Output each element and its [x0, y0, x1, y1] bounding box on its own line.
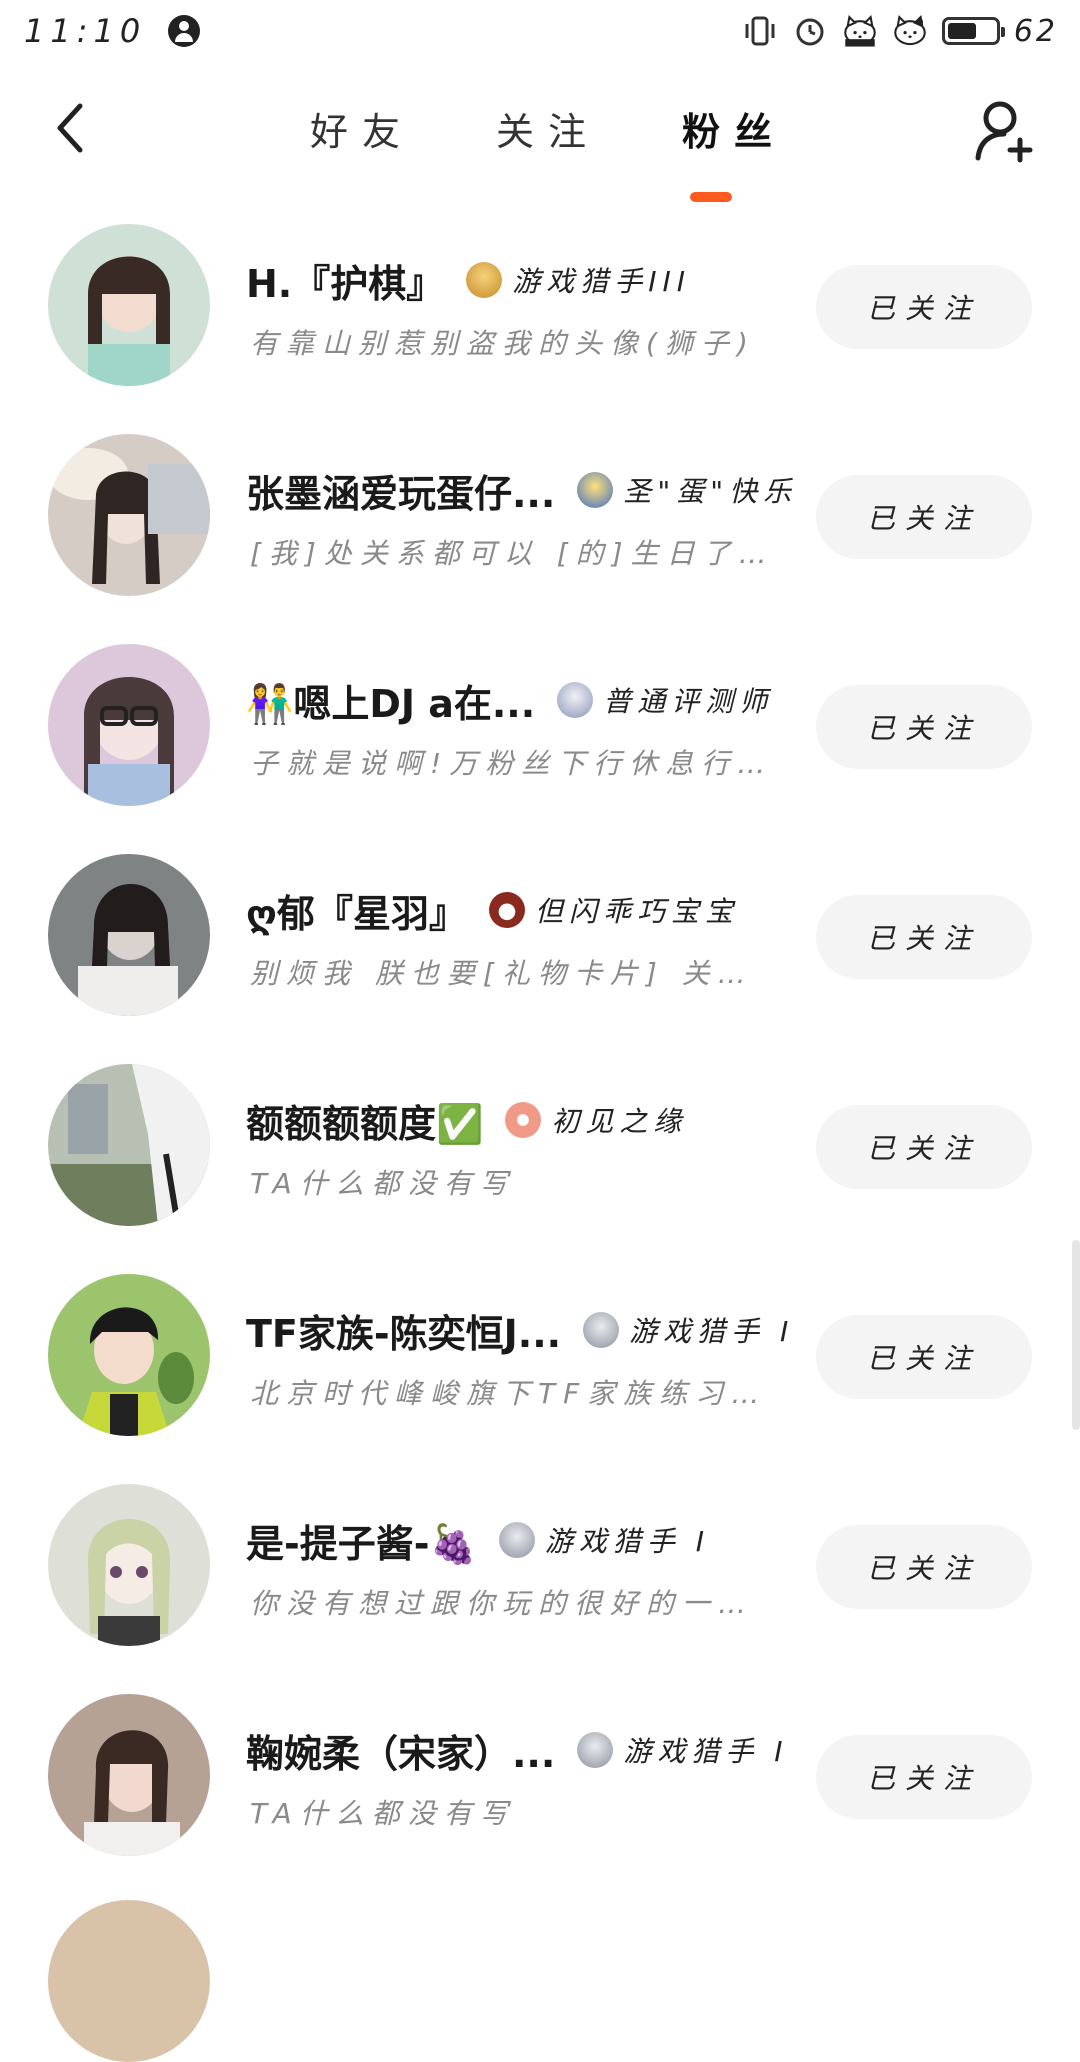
add-user-icon — [975, 101, 1033, 163]
scrollbar[interactable] — [1072, 1240, 1080, 1430]
avatar[interactable] — [48, 1694, 210, 1856]
fan-name: 张墨涵爱玩蛋仔... — [246, 471, 556, 516]
battery-icon — [941, 17, 1005, 45]
followed-button[interactable]: 已关注 — [816, 1315, 1032, 1399]
badge-label: 游戏猎手 I — [629, 1315, 795, 1348]
followed-button[interactable]: 已关注 — [816, 475, 1032, 559]
status-time: 11:10 — [24, 12, 147, 50]
reviewer-badge-icon — [557, 682, 594, 718]
first-meet-badge-icon — [505, 1102, 542, 1138]
fan-signature: 北京时代峰峻旗下TF家族练习… — [250, 1377, 768, 1410]
fan-signature: TA什么都没有写 — [250, 1167, 516, 1200]
list-item[interactable]: 👫嗯上DJ a在... 普通评测师 子就是说啊!万粉丝下行休息行… 已关注 — [0, 630, 1080, 840]
name-line: 鞠婉柔（宋家）... 游戏猎手 I — [246, 1724, 806, 1776]
tab-fans[interactable]: 粉丝 — [682, 101, 786, 156]
name-line: 👫嗯上DJ a在... 普通评测师 — [246, 674, 806, 726]
list-item[interactable]: H.『护棋』 游戏猎手III 有靠山别惹别盗我的头像(狮子) 已关注 — [0, 210, 1080, 420]
hello-kitty-icon — [842, 13, 878, 49]
fan-name: 👫嗯上DJ a在... — [246, 681, 536, 726]
account-icon — [168, 15, 201, 47]
followed-button[interactable]: 已关注 — [816, 1525, 1032, 1609]
badge-label: 但闪乖巧宝宝 — [534, 895, 739, 928]
followed-button[interactable]: 已关注 — [816, 1735, 1032, 1819]
alarm-icon — [792, 13, 828, 49]
game-hunter-badge-icon — [577, 1732, 614, 1768]
list-item[interactable]: 额额额额度✅ 初见之缘 TA什么都没有写 已关注 — [0, 1050, 1080, 1260]
fan-name: 鞠婉柔（宋家）... — [246, 1731, 556, 1776]
fan-signature: [我]处关系都可以 [的]生日了… — [250, 537, 775, 570]
name-line: 张墨涵爱玩蛋仔... 圣"蛋"快乐 — [246, 464, 806, 516]
header: 好友 关注 粉丝 — [0, 62, 1080, 212]
add-friend-button[interactable] — [970, 96, 1040, 166]
followed-button[interactable]: 已关注 — [816, 685, 1032, 769]
followed-button[interactable]: 已关注 — [816, 265, 1032, 349]
avatar[interactable] — [48, 1064, 210, 1226]
name-line: 额额额额度✅ 初见之缘 — [246, 1094, 806, 1146]
list-item[interactable]: TF家族-陈奕恒J... 游戏猎手 I 北京时代峰峻旗下TF家族练习… 已关注 — [0, 1260, 1080, 1470]
fan-name: TF家族-陈奕恒J... — [246, 1311, 562, 1356]
battery-level: 62 — [1013, 13, 1058, 49]
hello-kitty-icon — [892, 13, 928, 49]
badge-label: 普通评测师 — [603, 685, 774, 718]
followed-button[interactable]: 已关注 — [816, 1105, 1032, 1189]
fan-signature: 有靠山别惹别盗我的头像(狮子) — [250, 327, 756, 360]
fan-name: 是-提子酱-🍇 — [246, 1521, 477, 1566]
list-item[interactable]: 张墨涵爱玩蛋仔... 圣"蛋"快乐 [我]处关系都可以 [的]生日了… 已关注 — [0, 420, 1080, 630]
fan-signature: 别烦我 朕也要[礼物卡片] 关… — [250, 957, 754, 990]
fan-name: ღ郁『星羽』 — [246, 891, 467, 936]
status-left: 11:10 — [24, 12, 201, 50]
avatar[interactable] — [48, 644, 210, 806]
name-line: 是-提子酱-🍇 游戏猎手 I — [246, 1514, 806, 1566]
fan-signature: 你没有想过跟你玩的很好的一… — [250, 1587, 755, 1620]
tab-bar: 好友 关注 粉丝 — [310, 98, 786, 158]
badge-label: 游戏猎手 I — [544, 1525, 711, 1558]
badge-label: 游戏猎手 I — [623, 1735, 789, 1768]
name-line: H.『护棋』 游戏猎手III — [246, 254, 806, 306]
name-line: TF家族-陈奕恒J... 游戏猎手 I — [246, 1304, 806, 1356]
badge-label: 游戏猎手III — [512, 265, 692, 298]
egg-badge-icon — [577, 472, 614, 508]
fan-name: 额额额额度✅ — [246, 1101, 484, 1146]
list-item[interactable]: 是-提子酱-🍇 游戏猎手 I 你没有想过跟你玩的很好的一… 已关注 — [0, 1470, 1080, 1680]
game-hunter-badge-icon — [498, 1522, 535, 1558]
fan-name: H.『护棋』 — [246, 261, 445, 306]
status-bar: 11:10 62 — [0, 0, 1080, 62]
avatar[interactable] — [48, 854, 210, 1016]
tab-indicator — [690, 192, 732, 202]
fan-list: H.『护棋』 游戏猎手III 有靠山别惹别盗我的头像(狮子) 已关注 张墨涵爱玩… — [0, 210, 1080, 1890]
cute-badge-icon — [488, 892, 525, 928]
avatar[interactable] — [48, 1274, 210, 1436]
chevron-left-icon — [57, 103, 83, 153]
game-hunter-badge-icon — [583, 1312, 620, 1348]
vibrate-icon — [742, 13, 778, 49]
list-item[interactable]: 鞠婉柔（宋家）... 游戏猎手 I TA什么都没有写 已关注 — [0, 1680, 1080, 1890]
fan-signature: TA什么都没有写 — [250, 1797, 516, 1830]
avatar[interactable] — [48, 434, 210, 596]
followed-button[interactable]: 已关注 — [816, 895, 1032, 979]
back-button[interactable] — [40, 98, 100, 158]
list-item[interactable]: ღ郁『星羽』 但闪乖巧宝宝 别烦我 朕也要[礼物卡片] 关… 已关注 — [0, 840, 1080, 1050]
badge-label: 圣"蛋"快乐 — [623, 475, 798, 508]
tab-friends[interactable]: 好友 — [310, 101, 414, 156]
name-line: ღ郁『星羽』 但闪乖巧宝宝 — [246, 884, 806, 936]
avatar[interactable] — [48, 224, 210, 386]
fan-signature: 子就是说啊!万粉丝下行休息行… — [250, 747, 774, 780]
status-right: 62 — [742, 13, 1058, 49]
game-hunter-badge-icon — [466, 262, 503, 298]
tab-following[interactable]: 关注 — [496, 101, 600, 156]
badge-label: 初见之缘 — [551, 1105, 688, 1138]
avatar[interactable] — [48, 1484, 210, 1646]
avatar[interactable] — [48, 1900, 210, 2062]
